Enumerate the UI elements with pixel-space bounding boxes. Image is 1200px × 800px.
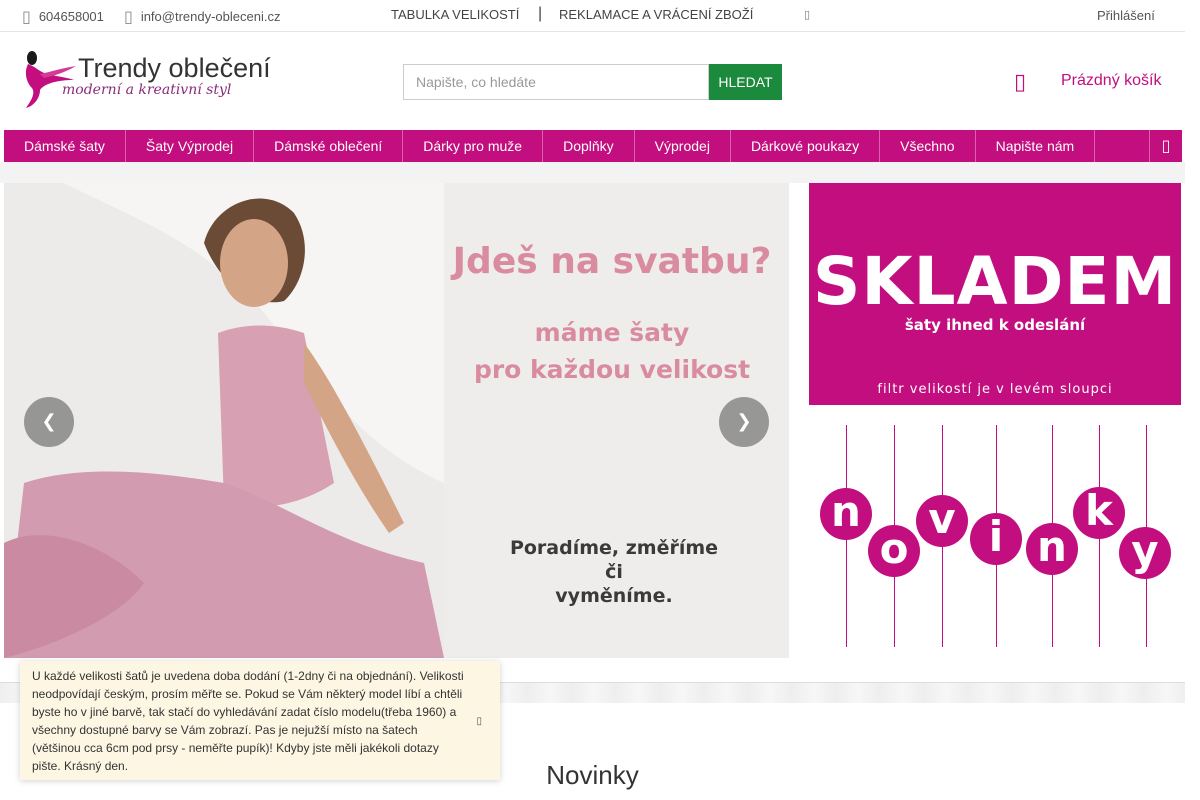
stock-banner-subtitle: šaty ihned k odeslání xyxy=(904,316,1086,334)
email-address[interactable]: info@trendy-obleceni.cz xyxy=(141,9,281,24)
nav-item-doplnky[interactable]: Doplňky xyxy=(543,130,635,162)
nav-item-napiste-nam[interactable]: Napište nám xyxy=(976,130,1096,162)
new-items-banner[interactable]: n o v i n k y xyxy=(809,425,1181,647)
size-table-link[interactable]: TABULKA VELIKOSTÍ xyxy=(391,7,519,22)
stock-banner-note: filtr velikostí je v levém sloupci xyxy=(877,382,1113,397)
logo[interactable]: Trendy oblečení moderní a kreativní styl xyxy=(22,50,272,112)
banner-letter: v xyxy=(916,495,968,547)
search-button[interactable]: HLEDAT xyxy=(709,64,782,100)
menu-toggle-icon[interactable]: ▯ xyxy=(1149,130,1182,162)
banner-letter: o xyxy=(868,525,920,577)
banner-letter: n xyxy=(820,488,872,540)
top-separator: | xyxy=(538,5,543,22)
slide-headline: Jdeš na svatbu? xyxy=(452,241,772,282)
nav-item-darkove-poukazy[interactable]: Dárkové poukazy xyxy=(731,130,881,162)
chevron-left-icon[interactable]: ❮ xyxy=(24,397,74,447)
chevron-right-icon[interactable]: ❯ xyxy=(719,397,769,447)
nav-item-vyprodej[interactable]: Výprodej xyxy=(635,130,731,162)
nav-spacer xyxy=(0,162,1185,183)
logo-title: Trendy oblečení xyxy=(78,53,271,83)
phone-icon: ▯ xyxy=(22,7,31,26)
top-bar: ▯ 604658001 ▯ info@trendy-obleceni.cz TA… xyxy=(0,0,1185,32)
nav-item-vsechno[interactable]: Všechno xyxy=(880,130,976,162)
search-form: HLEDAT xyxy=(403,64,782,100)
banner-letter: n xyxy=(1026,523,1078,575)
dropdown-icon[interactable]: ▯ xyxy=(804,8,810,21)
notice-text: U každé velikosti šatů je uvedena doba d… xyxy=(32,669,464,773)
close-icon[interactable]: ▯ xyxy=(476,713,482,731)
hero-slider[interactable]: Jdeš na svatbu? máme šaty pro každou vel… xyxy=(4,183,789,658)
banner-letter: i xyxy=(970,513,1022,565)
nav-item-damske-obleceni[interactable]: Dámské oblečení xyxy=(254,130,404,162)
slide-cta-line-3: vyměníme. xyxy=(555,585,673,607)
slide-cta-line-1: Poradíme, změříme xyxy=(509,537,719,559)
email-contact[interactable]: ▯ info@trendy-obleceni.cz xyxy=(124,7,280,26)
info-notice: U každé velikosti šatů je uvedena doba d… xyxy=(20,661,500,780)
nav-item-saty-vyprodej[interactable]: Šaty Výprodej xyxy=(126,130,255,162)
nav-item-darky-pro-muze[interactable]: Dárky pro muže xyxy=(403,130,544,162)
nav-item-damske-saty[interactable]: Dámské šaty xyxy=(4,130,126,162)
slide-cta-line-2: či xyxy=(605,561,623,583)
cart-icon[interactable]: ▯ xyxy=(1014,70,1026,95)
logo-figure-icon xyxy=(25,51,76,108)
phone-contact[interactable]: ▯ 604658001 xyxy=(22,7,104,26)
cart-label[interactable]: Prázdný košík xyxy=(1061,72,1161,90)
login-link[interactable]: Přihlášení xyxy=(1097,8,1155,23)
search-input[interactable] xyxy=(403,64,709,100)
slide-sub-line-2: pro každou velikost xyxy=(473,355,751,384)
stock-banner-title: SKLADEM xyxy=(812,243,1178,320)
slide-sub-line-1: máme šaty xyxy=(534,318,690,347)
returns-link[interactable]: REKLAMACE A VRÁCENÍ ZBOŽÍ xyxy=(559,7,753,22)
site-header: Trendy oblečení moderní a kreativní styl… xyxy=(0,32,1185,130)
main-nav: Dámské šaty Šaty Výprodej Dámské oblečen… xyxy=(4,130,1182,162)
logo-subtitle: moderní a kreativní styl xyxy=(62,82,232,98)
email-icon: ▯ xyxy=(124,7,133,26)
banner-letter: y xyxy=(1119,527,1171,579)
stock-banner[interactable]: SKLADEM šaty ihned k odeslání filtr veli… xyxy=(809,183,1181,405)
banner-letter: k xyxy=(1073,487,1125,539)
phone-number[interactable]: 604658001 xyxy=(39,9,104,24)
